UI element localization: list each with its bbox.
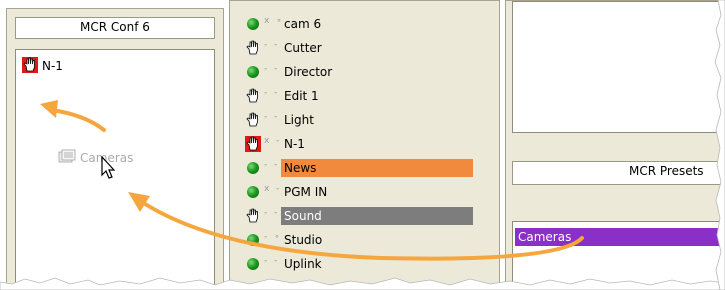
screenshot-frame: MCR Conf 6 N-1 Cameras x ∘ cam 6- - Cutter… [0,0,725,290]
arrow-long [140,200,584,261]
arrow-short-head [40,100,58,118]
arrow-short [50,108,106,132]
torn-edge [0,277,725,290]
torn-right-edge [714,0,725,290]
annotation-arrows [40,100,584,261]
arrow-long-head [128,192,150,212]
